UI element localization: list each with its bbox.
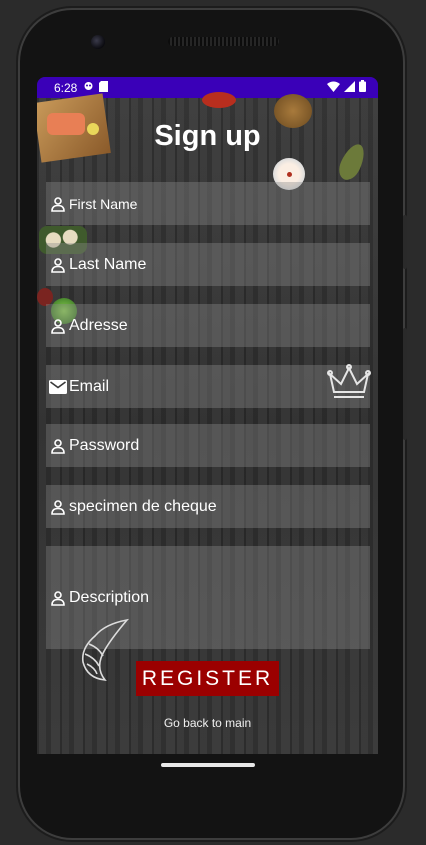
last-name-field[interactable]: Last Name [46, 243, 370, 286]
person-icon [49, 498, 67, 516]
shrimp-sketch-image [75, 618, 131, 687]
password-placeholder: Password [69, 436, 140, 454]
first-name-placeholder: First Name [69, 195, 138, 212]
person-icon [49, 317, 67, 335]
first-name-field[interactable]: First Name [46, 182, 370, 225]
home-gesture-bar[interactable] [161, 763, 255, 767]
page-title: Sign up [154, 120, 261, 152]
spice-bowl-image [202, 92, 236, 108]
last-name-placeholder: Last Name [69, 255, 147, 273]
power-button [403, 215, 407, 269]
go-back-link[interactable]: Go back to main [37, 716, 378, 730]
address-field[interactable]: Adresse [46, 304, 370, 347]
volume-button [403, 328, 407, 440]
crown-icon [326, 362, 372, 413]
password-field[interactable]: Password [46, 424, 370, 467]
person-icon [49, 195, 67, 213]
person-icon [49, 589, 67, 607]
battery-icon [359, 80, 366, 95]
signup-screen: Sign up First Name Last Name Adresse Ema… [37, 92, 378, 754]
front-camera [91, 35, 105, 49]
address-placeholder: Adresse [69, 316, 128, 334]
description-placeholder: Description [69, 588, 150, 606]
cheque-specimen-placeholder: specimen de cheque [69, 497, 217, 515]
cheque-specimen-field[interactable]: specimen de cheque [46, 485, 370, 528]
screen: 6:28 Sign up First Name Last Name Adress… [37, 77, 378, 754]
sim-icon [99, 80, 109, 95]
mail-icon [49, 378, 67, 396]
email-field[interactable]: Email [46, 365, 370, 408]
register-button[interactable]: REGISTER [136, 661, 279, 696]
earpiece-speaker [168, 37, 279, 46]
status-time: 6:28 [54, 80, 78, 95]
email-placeholder: Email [69, 377, 110, 395]
person-icon [49, 437, 67, 455]
person-icon [49, 256, 67, 274]
notification-icon [83, 81, 94, 95]
signal-icon [344, 80, 355, 95]
wifi-icon [327, 81, 340, 95]
